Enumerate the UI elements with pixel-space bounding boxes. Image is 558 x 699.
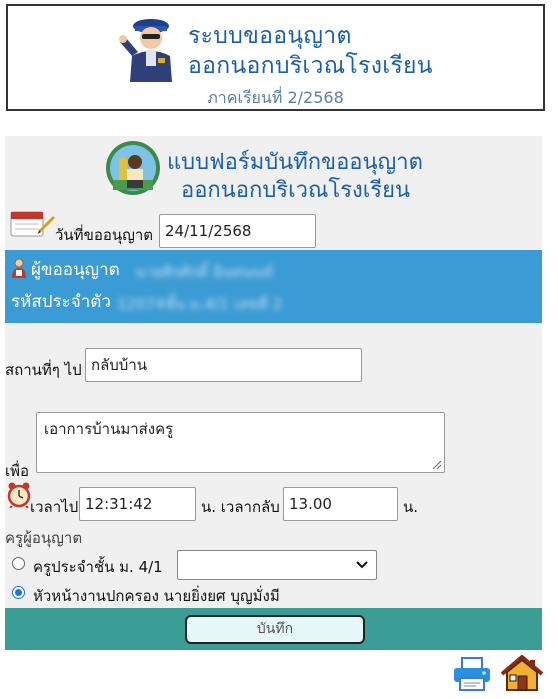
submit-bar: บันทึก: [5, 608, 542, 650]
form-title-line2: ออกนอกบริเวณโรงเรียน: [181, 178, 411, 203]
home-icon[interactable]: [500, 654, 544, 692]
term-label: ภาคเรียนที่ 2/2568: [207, 88, 344, 107]
requester-name: นายศิรศักดิ์ อินทนนท์: [135, 263, 273, 281]
time-unit: น.: [403, 498, 419, 516]
student-id-value: 12074ชั้น ม.4/1 เลขที่ 2: [117, 295, 283, 313]
homeroom-teacher-label: ครูประจำชั้น ม. 4/1: [33, 558, 163, 576]
purpose-label: เพื่อ: [5, 462, 30, 480]
purpose-textarea[interactable]: เอาการบ้านมาส่งครู: [36, 412, 445, 473]
person-icon: [12, 258, 26, 278]
teacher-label: ครูผู้อนุญาต: [5, 529, 83, 547]
place-label: สถานที่ๆ ไป: [5, 361, 82, 379]
student-logo-icon: [106, 141, 160, 195]
radio-homeroom-teacher[interactable]: [12, 557, 25, 570]
time-back-input[interactable]: 13.00: [283, 487, 398, 521]
requester-band: ผู้ขออนุญาต นายศิรศักดิ์ อินทนนท์ รหัสปร…: [5, 250, 542, 323]
purpose-text: เอาการบ้านมาส่งครู: [44, 420, 174, 438]
time-back-label: น. เวลากลับ: [201, 498, 280, 516]
requester-label: ผู้ขออนุญาต: [31, 260, 120, 280]
permission-form: แบบฟอร์มบันทึกขออนุญาต ออกนอกบริเวณโรงเร…: [5, 136, 542, 650]
time-out-label: เวลาไป: [30, 498, 79, 516]
resize-grip-icon[interactable]: [433, 461, 441, 469]
guard-icon: [119, 19, 172, 82]
calendar-icon: [10, 211, 55, 237]
clock-icon: [7, 482, 31, 508]
date-input[interactable]: 24/11/2568: [159, 214, 316, 248]
app-title-line2: ออกนอกบริเวณโรงเรียน: [188, 53, 433, 79]
radio-head-of-discipline[interactable]: [12, 586, 25, 599]
student-id-label: รหัสประจำตัว: [11, 292, 111, 312]
homeroom-teacher-select[interactable]: [177, 550, 377, 580]
head-of-discipline-label: หัวหน้างานปกครอง นายยิ่งยศ บุญมั่งมี: [33, 587, 280, 605]
app-header: ระบบขออนุญาต ออกนอกบริเวณโรงเรียน ภาคเรี…: [6, 4, 545, 111]
date-label: วันที่ขออนุญาต: [55, 226, 154, 244]
place-input[interactable]: กลับบ้าน: [85, 348, 362, 382]
printer-icon[interactable]: [452, 656, 492, 692]
chevron-down-icon: [356, 561, 368, 569]
submit-button[interactable]: บันทึก: [185, 615, 365, 644]
time-out-input[interactable]: 12:31:42: [79, 487, 196, 521]
